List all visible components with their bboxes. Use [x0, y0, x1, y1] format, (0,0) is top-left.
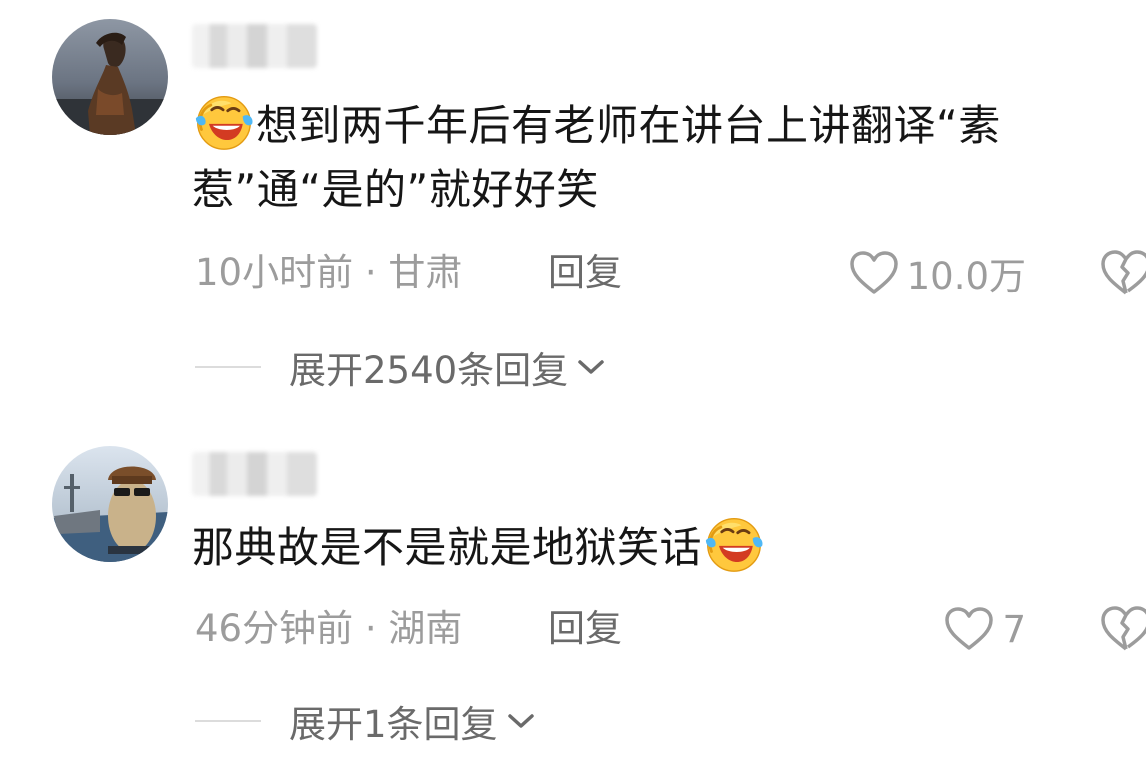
expand-replies-label: 展开2540条回复 [289, 349, 569, 392]
comment-time: 10小时前 [195, 251, 354, 294]
avatar[interactable] [52, 19, 168, 135]
chevron-down-icon [507, 714, 534, 728]
comment-text: 想到两千年后有老师在讲台上讲翻译“素惹”通“是的”就好好笑 [192, 92, 1102, 222]
like-count: 7 [1002, 607, 1026, 651]
username-redacted[interactable] [192, 24, 317, 68]
meta-separator: · [353, 607, 389, 650]
expand-replies-button[interactable]: 展开2540条回复 [195, 342, 608, 392]
divider-line [195, 720, 261, 722]
comment-item: 那典故是不是就是地狱笑话 46分钟前 · 湖南 回复 7 展开1条回复 [0, 430, 1146, 764]
heart-outline-icon [945, 607, 994, 650]
comment-location: 湖南 [388, 607, 463, 650]
comment-item: 想到两千年后有老师在讲台上讲翻译“素惹”通“是的”就好好笑 10小时前 · 甘肃… [0, 0, 1146, 400]
comment-location: 甘肃 [388, 251, 463, 294]
dislike-button[interactable] [1100, 249, 1146, 297]
avatar-image [52, 19, 168, 135]
comment-time: 46分钟前 [195, 607, 354, 650]
reply-button[interactable]: 回复 [548, 248, 622, 298]
meta-separator: · [353, 251, 389, 294]
expand-replies-button[interactable]: 展开1条回复 [195, 696, 538, 746]
reply-button[interactable]: 回复 [548, 604, 622, 654]
avatar[interactable] [52, 446, 168, 562]
comment-text-content: 想到两千年后有老师在讲台上讲翻译“素惹”通“是的”就好好笑 [192, 101, 1001, 214]
heart-outline-icon [849, 251, 898, 294]
username-redacted[interactable] [192, 452, 317, 496]
laughing-crying-emoji-icon [704, 514, 764, 574]
comment-meta: 46分钟前 · 湖南 [195, 604, 462, 654]
broken-heart-icon [1101, 606, 1146, 651]
expand-replies-label: 展开1条回复 [289, 703, 498, 746]
chevron-down-icon [578, 360, 604, 374]
comment-meta: 10小时前 · 甘肃 [195, 248, 462, 298]
dislike-button[interactable] [1100, 605, 1146, 653]
divider-line [195, 366, 261, 368]
broken-heart-icon [1101, 250, 1146, 295]
avatar-image [52, 446, 168, 562]
comment-text: 那典故是不是就是地狱笑话 [192, 514, 1102, 580]
comment-text-content: 那典故是不是就是地狱笑话 [192, 523, 703, 572]
like-button[interactable]: 10.0万 [849, 248, 1026, 298]
laughing-crying-emoji-icon [194, 92, 254, 152]
like-button[interactable]: 7 [944, 604, 1026, 654]
like-count: 10.0万 [906, 255, 1026, 298]
